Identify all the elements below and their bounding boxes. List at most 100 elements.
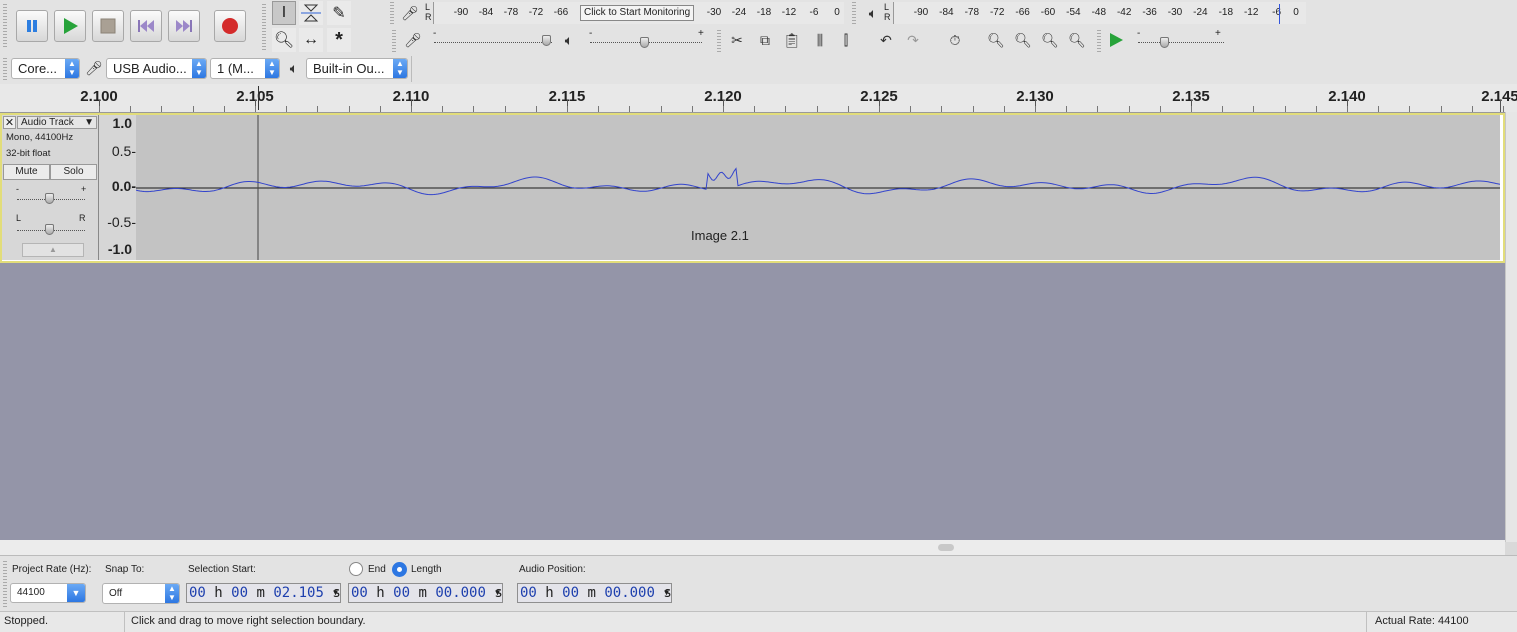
meter-scale-label: -30 bbox=[706, 7, 722, 18]
skip-end-button[interactable] bbox=[168, 10, 200, 42]
gain-thumb[interactable] bbox=[45, 193, 54, 204]
empty-track-area[interactable] bbox=[0, 263, 1505, 540]
zoom-tool[interactable]: 🔍︎ bbox=[272, 28, 296, 52]
zoom-in-button[interactable]: 🔍︎ bbox=[984, 28, 1008, 52]
meter-scale-label: -42 bbox=[1116, 7, 1132, 18]
input-volume-slider[interactable] bbox=[434, 42, 552, 44]
ruler-minor-tick bbox=[1441, 106, 1442, 112]
multi-tool[interactable]: * bbox=[327, 28, 351, 52]
play-at-speed-grip[interactable] bbox=[1097, 30, 1101, 52]
length-radio-label: Length bbox=[411, 564, 442, 575]
audio-host-select[interactable]: Core... ▲ ▼ bbox=[11, 58, 80, 79]
track-close-button[interactable]: ✕ bbox=[3, 116, 16, 129]
recording-channels-select[interactable]: 1 (M... ▲ ▼ bbox=[210, 58, 280, 79]
clip-label[interactable]: Image 2.1 bbox=[691, 228, 749, 243]
zoom-out-button[interactable]: 🔍︎ bbox=[1011, 28, 1035, 52]
recording-meter[interactable]: -90 -84 -78 -72 -66 -30 -24 -18 -12 -6 0 Click to … bbox=[433, 2, 844, 24]
undo-button[interactable]: ↶ bbox=[874, 28, 898, 52]
pan-right-label: R bbox=[79, 213, 86, 223]
playback-peak-marker bbox=[1279, 4, 1280, 24]
rec-meter-left-label: L bbox=[425, 2, 431, 12]
draw-tool[interactable]: ✎ bbox=[327, 1, 351, 25]
play-button[interactable] bbox=[54, 10, 86, 42]
length-radio[interactable] bbox=[392, 562, 407, 577]
track-sample-format: 32-bit float bbox=[6, 148, 51, 159]
scale-label-top: 1.0 bbox=[112, 115, 132, 131]
selection-length-time[interactable]: 00 h 00 m 00.000 s ▼ bbox=[348, 583, 503, 603]
scale-label-lower: -0.5- bbox=[107, 214, 136, 230]
meter-scale-label: -48 bbox=[1091, 7, 1107, 18]
end-radio[interactable] bbox=[349, 562, 363, 576]
device-grip[interactable] bbox=[3, 58, 7, 80]
cut-button[interactable]: ✂ bbox=[725, 28, 749, 52]
meter-scale-label: -60 bbox=[1040, 7, 1056, 18]
play-meter-grip[interactable] bbox=[852, 2, 856, 26]
envelope-tool[interactable] bbox=[299, 1, 323, 25]
selection-tool[interactable]: I bbox=[272, 1, 296, 25]
audio-host-value: Core... bbox=[18, 61, 58, 76]
time-format-dropdown-icon[interactable]: ▼ bbox=[664, 584, 669, 602]
play-at-speed-button[interactable] bbox=[1104, 28, 1128, 52]
project-rate-select[interactable]: 44100 ▼ bbox=[10, 583, 86, 603]
chevron-updown-icon: ▲ ▼ bbox=[393, 59, 407, 78]
scale-label-zero: 0.0- bbox=[111, 178, 136, 194]
hours-unit: h bbox=[545, 585, 554, 601]
meter-scale-label: -90 bbox=[913, 7, 929, 18]
mute-button[interactable]: Mute bbox=[3, 164, 50, 180]
play-speed-thumb[interactable] bbox=[1160, 37, 1169, 48]
edit-grip[interactable] bbox=[717, 30, 721, 52]
horizontal-scrollbar[interactable] bbox=[0, 540, 1505, 555]
playback-device-select[interactable]: Built-in Ou... ▲ ▼ bbox=[306, 58, 408, 79]
selection-start-time[interactable]: 00 h 00 m 02.105 s ▼ bbox=[186, 583, 341, 603]
track-name-menu[interactable]: Audio Track ▼ bbox=[17, 116, 97, 129]
pan-thumb[interactable] bbox=[45, 224, 54, 235]
ruler-minor-tick bbox=[130, 106, 131, 112]
meter-scale-label: 0 bbox=[1293, 7, 1299, 18]
transport-grip[interactable] bbox=[3, 4, 7, 48]
waveform-area[interactable]: Image 2.1 bbox=[136, 115, 1500, 260]
audio-position-time[interactable]: 00 h 00 m 00.000 s ▼ bbox=[517, 583, 672, 603]
stop-button[interactable] bbox=[92, 10, 124, 42]
vertical-scrollbar[interactable] bbox=[1505, 112, 1517, 542]
output-volume-thumb[interactable] bbox=[640, 37, 649, 48]
copy-button[interactable]: ⧉ bbox=[753, 28, 777, 52]
collapse-track-button[interactable]: ▲ bbox=[22, 243, 84, 257]
sync-lock-button[interactable]: ⏱ bbox=[943, 28, 967, 52]
ruler-minor-tick bbox=[1253, 106, 1254, 112]
trim-button[interactable]: ⫼ bbox=[808, 28, 832, 52]
time-format-dropdown-icon[interactable]: ▼ bbox=[495, 584, 500, 602]
end-radio-label: End bbox=[368, 564, 386, 575]
selection-grip[interactable] bbox=[3, 561, 7, 607]
timeline-ruler[interactable]: 2.100 2.105 2.110 2.115 2.120 2.125 2.130 2.135… bbox=[0, 84, 1517, 113]
fit-project-button[interactable]: 🔍︎ bbox=[1065, 28, 1089, 52]
recording-device-select[interactable]: USB Audio... ▲ ▼ bbox=[106, 58, 207, 79]
play-speed-slider[interactable] bbox=[1138, 42, 1224, 44]
mixer-grip[interactable] bbox=[392, 30, 396, 52]
tools-grip[interactable] bbox=[262, 4, 266, 52]
snap-to-select[interactable]: Off ▲ ▼ bbox=[102, 583, 180, 604]
input-volume-thumb[interactable] bbox=[542, 35, 551, 46]
silence-button[interactable]: ⫿ bbox=[834, 28, 858, 52]
microphone-icon: 🎤︎ bbox=[401, 4, 419, 21]
pause-icon bbox=[27, 20, 37, 32]
ruler-minor-tick bbox=[661, 106, 662, 112]
selection-start-label: Selection Start: bbox=[188, 564, 256, 575]
scrollbar-thumb[interactable] bbox=[938, 544, 954, 551]
skip-start-button[interactable] bbox=[130, 10, 162, 42]
ruler-minor-tick bbox=[536, 106, 537, 112]
time-shift-tool[interactable]: ↔ bbox=[299, 28, 323, 52]
fit-selection-button[interactable]: 🔍︎ bbox=[1038, 28, 1062, 52]
ruler-minor-tick bbox=[941, 106, 942, 112]
redo-button[interactable]: ↷ bbox=[901, 28, 925, 52]
recording-device-icon: 🎤︎ bbox=[85, 59, 103, 76]
paste-button[interactable]: 📋︎ bbox=[780, 28, 804, 52]
vertical-amplitude-scale[interactable]: 1.0 0.5- 0.0- -0.5- -1.0 bbox=[99, 115, 136, 260]
solo-button[interactable]: Solo bbox=[50, 164, 97, 180]
ruler-minor-tick bbox=[380, 106, 381, 112]
time-format-dropdown-icon[interactable]: ▼ bbox=[333, 584, 338, 602]
start-monitoring-prompt[interactable]: Click to Start Monitoring bbox=[580, 5, 695, 21]
playback-meter[interactable]: -90 -84 -78 -72 -66 -60 -54 -48 -42 -36 -30 -24 -18-… bbox=[893, 2, 1306, 24]
rec-meter-grip[interactable] bbox=[390, 2, 394, 26]
pause-button[interactable] bbox=[16, 10, 48, 42]
record-button[interactable] bbox=[214, 10, 246, 42]
